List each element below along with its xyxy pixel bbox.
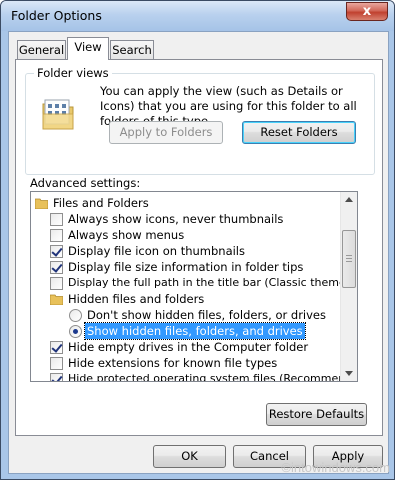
list-item-label-highlighted: Show hidden files, folders, and drives [84,322,306,340]
list-item-label: Hidden files and folders [68,292,205,306]
scroll-up-arrow-icon[interactable] [345,197,353,202]
list-item-checkbox[interactable]: Hide protected operating system files (R… [50,371,357,381]
title-bar[interactable]: Folder Options x [1,1,394,31]
folder-icon [50,294,63,305]
list-item-checkbox[interactable]: Hide extensions for known file types [50,355,340,371]
list-item-label: Files and Folders [53,196,149,210]
folder-views-group: Folder views You can apply the view (suc… [25,66,375,175]
list-item-checkbox[interactable]: Display file size information in folder … [50,259,340,275]
checkbox[interactable] [50,229,63,242]
window-title: Folder Options [11,8,102,23]
advanced-settings-list[interactable]: Files and Folders Always show icons, nev… [30,191,358,382]
checkbox[interactable] [50,213,63,226]
view-tab-panel: Folder views You can apply the view (suc… [15,59,383,436]
list-item-label: Display the full path in the title bar (… [68,276,358,289]
advanced-settings-label: Advanced settings: [30,176,141,190]
apply-to-folders-button[interactable]: Apply to Folders [109,121,223,144]
tab-view[interactable]: View [67,37,109,60]
list-item-checkbox[interactable]: Display file icon on thumbnails [50,243,340,259]
dialog-client-area: General View Search Folder views You can… [8,31,389,474]
list-item-checkbox[interactable]: Hide empty drives in the Computer folder [50,339,340,355]
list-scrollbar[interactable] [340,192,357,381]
close-button[interactable]: x [346,2,388,21]
list-item-checkbox[interactable]: Always show menus [50,227,340,243]
restore-defaults-button[interactable]: Restore Defaults [266,403,367,426]
scroll-down-arrow-icon[interactable] [345,371,353,376]
list-item-checkbox[interactable]: Display the full path in the title bar (… [50,275,357,291]
tab-general[interactable]: General [17,40,66,60]
list-item-label: Display file size information in folder … [68,260,304,274]
list-item-radio-selected[interactable]: Show hidden files, folders, and drives [69,322,339,340]
list-item-files-and-folders: Files and Folders [35,195,335,211]
list-item-label: Hide empty drives in the Computer folder [68,340,309,354]
tab-search[interactable]: Search [110,40,154,60]
list-item-label: Always show menus [68,228,185,242]
folder-views-label: Folder views [34,66,112,80]
checkbox[interactable] [50,277,63,290]
radio-button[interactable] [69,309,82,322]
list-item-radio[interactable]: Don't show hidden files, folders, or dri… [69,307,339,323]
folder-views-icon [42,99,74,130]
list-item-hidden-files-and-folders: Hidden files and folders [50,291,340,307]
ok-button[interactable]: OK [153,445,226,468]
checkbox-checked[interactable] [50,373,63,381]
folder-icon [35,198,48,209]
checkbox-checked[interactable] [50,341,63,354]
list-item-label: Hide extensions for known file types [68,356,278,370]
checkbox-checked[interactable] [50,245,63,258]
radio-button-selected[interactable] [69,325,82,338]
list-item-label: Don't show hidden files, folders, or dri… [87,308,327,322]
list-item-label: Hide protected operating system files (R… [68,372,358,382]
checkbox-checked[interactable] [50,261,63,274]
watermark: ©intowindows.com [281,460,390,475]
list-item-label: Always show icons, never thumbnails [68,212,284,226]
folder-options-window: Folder Options x General View Search Fol… [0,0,395,480]
list-item-label: Display file icon on thumbnails [68,244,245,258]
scrollbar-thumb[interactable] [342,230,356,288]
list-item-checkbox[interactable]: Always show icons, never thumbnails [50,211,340,227]
reset-folders-button[interactable]: Reset Folders [242,121,356,144]
checkbox[interactable] [50,357,63,370]
